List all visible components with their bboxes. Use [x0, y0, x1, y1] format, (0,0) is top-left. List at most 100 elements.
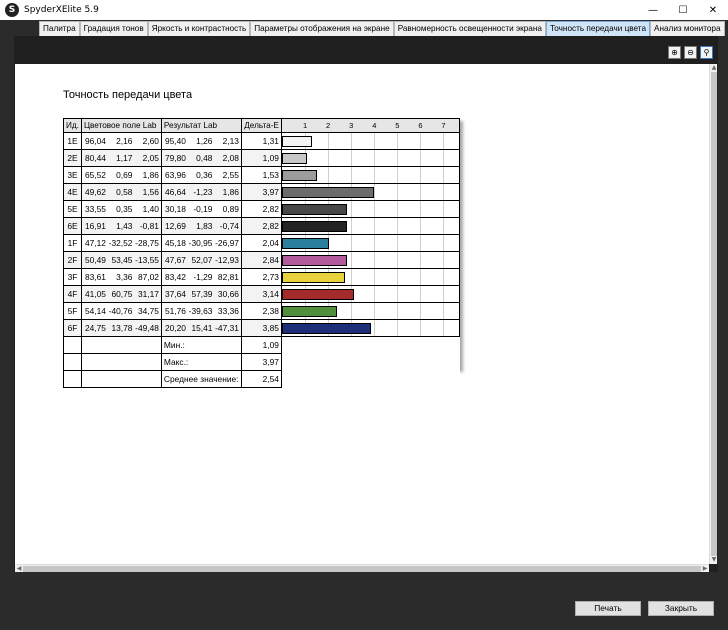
result-lab-values: 63,96 0,36 2,55	[164, 170, 239, 180]
scale-tick: 4	[372, 121, 377, 130]
result-lab: 12,69 1,83 -0,74	[160, 217, 242, 235]
close-window-button[interactable]: ✕	[698, 0, 728, 20]
color-accuracy-table: Ид. Цветовое поле Lab Результат Lab Дель…	[63, 118, 461, 388]
lab-a: -39,63	[188, 306, 213, 316]
result-lab-values: 47,67 52,07 -12,93	[164, 255, 239, 265]
vertical-scroll-thumb[interactable]	[711, 72, 717, 556]
target-lab-values: 47,12 -32,52 -28,75	[84, 238, 159, 248]
gridline	[443, 218, 445, 234]
summary-blank	[280, 370, 460, 388]
lab-b: 34,75	[137, 306, 159, 316]
lab-l: 37,64	[164, 289, 186, 299]
gridline	[397, 201, 399, 217]
scale-tick: 3	[349, 121, 354, 130]
gridline	[443, 320, 445, 336]
tab-1[interactable]: Градация тонов	[79, 21, 148, 36]
gridline	[328, 150, 330, 166]
tab-6[interactable]: Анализ монитора	[650, 21, 725, 36]
delta-e-bar	[282, 255, 348, 266]
patch-id: 3E	[63, 166, 82, 184]
tab-4[interactable]: Равномерность освещенности экрана	[393, 21, 546, 36]
delta-e-bar	[282, 153, 308, 164]
delta-e-bar	[282, 187, 374, 198]
lab-a: 1,26	[196, 136, 213, 146]
target-lab: 83,61 3,36 87,02	[80, 268, 162, 286]
delta-e-value: 1,53	[240, 166, 282, 184]
gridline	[374, 184, 376, 200]
lab-a: -1,29	[193, 272, 213, 282]
target-lab: 54,14 -40,76 34,75	[80, 302, 162, 320]
lab-b: -0,74	[219, 221, 239, 231]
patch-id: 1E	[63, 132, 82, 150]
gridline	[351, 167, 353, 183]
scale-tick: 1	[302, 121, 308, 130]
zoom-fit-icon[interactable]: ⚲	[700, 46, 713, 59]
summary-value: 3,97	[240, 353, 282, 371]
gridline	[443, 150, 445, 166]
vertical-scrollbar[interactable]: ▲ ▼	[709, 64, 717, 564]
lab-b: 1,86	[142, 170, 159, 180]
table-row: 3F 83,61 3,36 87,02 83,42 -1,29 82,81 2,73	[63, 268, 461, 286]
lab-l: 12,69	[164, 221, 186, 231]
horizontal-scrollbar[interactable]: ◀ ▶	[15, 564, 709, 572]
delta-e-bar	[282, 323, 371, 334]
scroll-down-icon[interactable]: ▼	[710, 556, 718, 564]
delta-e-bar-cell	[280, 183, 461, 201]
minimize-button[interactable]: —	[638, 0, 668, 20]
summary-row: Среднее значение: 2,54	[63, 370, 460, 388]
result-lab: 30,18 -0,19 0,89	[160, 200, 242, 218]
scroll-up-icon[interactable]: ▲	[710, 64, 718, 72]
lab-l: 24,75	[84, 323, 106, 333]
delta-e-bar	[282, 289, 355, 300]
print-button[interactable]: Печать	[575, 601, 641, 616]
lab-b: 30,66	[217, 289, 239, 299]
horizontal-scroll-thumb[interactable]	[23, 566, 701, 572]
table-row: 2E 80,44 1,17 2,05 79,80 0,48 2,08 1,09	[63, 149, 461, 167]
target-lab: 41,05 60,75 31,17	[80, 285, 162, 303]
lab-l: 33,55	[84, 204, 106, 214]
delta-e-bar-cell	[280, 132, 461, 150]
tab-3[interactable]: Параметры отображения на экране	[250, 21, 394, 36]
gridline	[374, 133, 376, 149]
patch-id: 6E	[63, 217, 82, 235]
gridline	[328, 167, 330, 183]
gridline	[397, 286, 399, 302]
target-lab-values: 24,75 13,78 -49,48	[84, 323, 159, 333]
patch-id: 1F	[63, 234, 82, 252]
result-lab-values: 37,64 57,39 30,66	[164, 289, 239, 299]
target-lab-values: 33,55 0,35 1,40	[84, 204, 159, 214]
result-lab: 83,42 -1,29 82,81	[160, 268, 242, 286]
gridline	[397, 269, 399, 285]
tab-5[interactable]: Точность передачи цвета	[545, 21, 651, 36]
delta-e-bar-cell	[280, 302, 461, 320]
gridline	[374, 252, 376, 268]
title-bar: S SpyderXElite 5.9 — ☐ ✕	[0, 0, 728, 20]
gridline	[420, 218, 422, 234]
lab-l: 45,18	[164, 238, 186, 248]
gridline	[374, 320, 376, 336]
tab-bar: Палитра Градация тонов Яркость и контрастн…	[0, 20, 728, 36]
scroll-right-icon[interactable]: ▶	[701, 565, 709, 573]
result-lab-values: 30,18 -0,19 0,89	[164, 204, 239, 214]
summary-blank	[63, 336, 82, 354]
lab-b: 31,17	[137, 289, 159, 299]
summary-blank	[280, 336, 460, 354]
summary-row: Макс.: 3,97	[63, 353, 460, 371]
lab-b: 33,36	[217, 306, 239, 316]
zoom-out-icon[interactable]: ⊖	[684, 46, 697, 59]
gridline	[328, 133, 330, 149]
gridline	[443, 269, 445, 285]
close-button[interactable]: Закрыть	[648, 601, 714, 616]
patch-id: 2E	[63, 149, 82, 167]
scroll-left-icon[interactable]: ◀	[15, 565, 23, 573]
delta-e-bar-cell	[280, 149, 461, 167]
gridline	[397, 184, 399, 200]
tab-0[interactable]: Палитра	[39, 21, 80, 36]
lab-a: -40,76	[108, 306, 133, 316]
tab-2[interactable]: Яркость и контрастность	[147, 21, 251, 36]
lab-b: 1,40	[142, 204, 159, 214]
gridline	[351, 235, 353, 251]
maximize-button[interactable]: ☐	[668, 0, 698, 20]
gridline	[374, 167, 376, 183]
zoom-in-icon[interactable]: ⊕	[668, 46, 681, 59]
